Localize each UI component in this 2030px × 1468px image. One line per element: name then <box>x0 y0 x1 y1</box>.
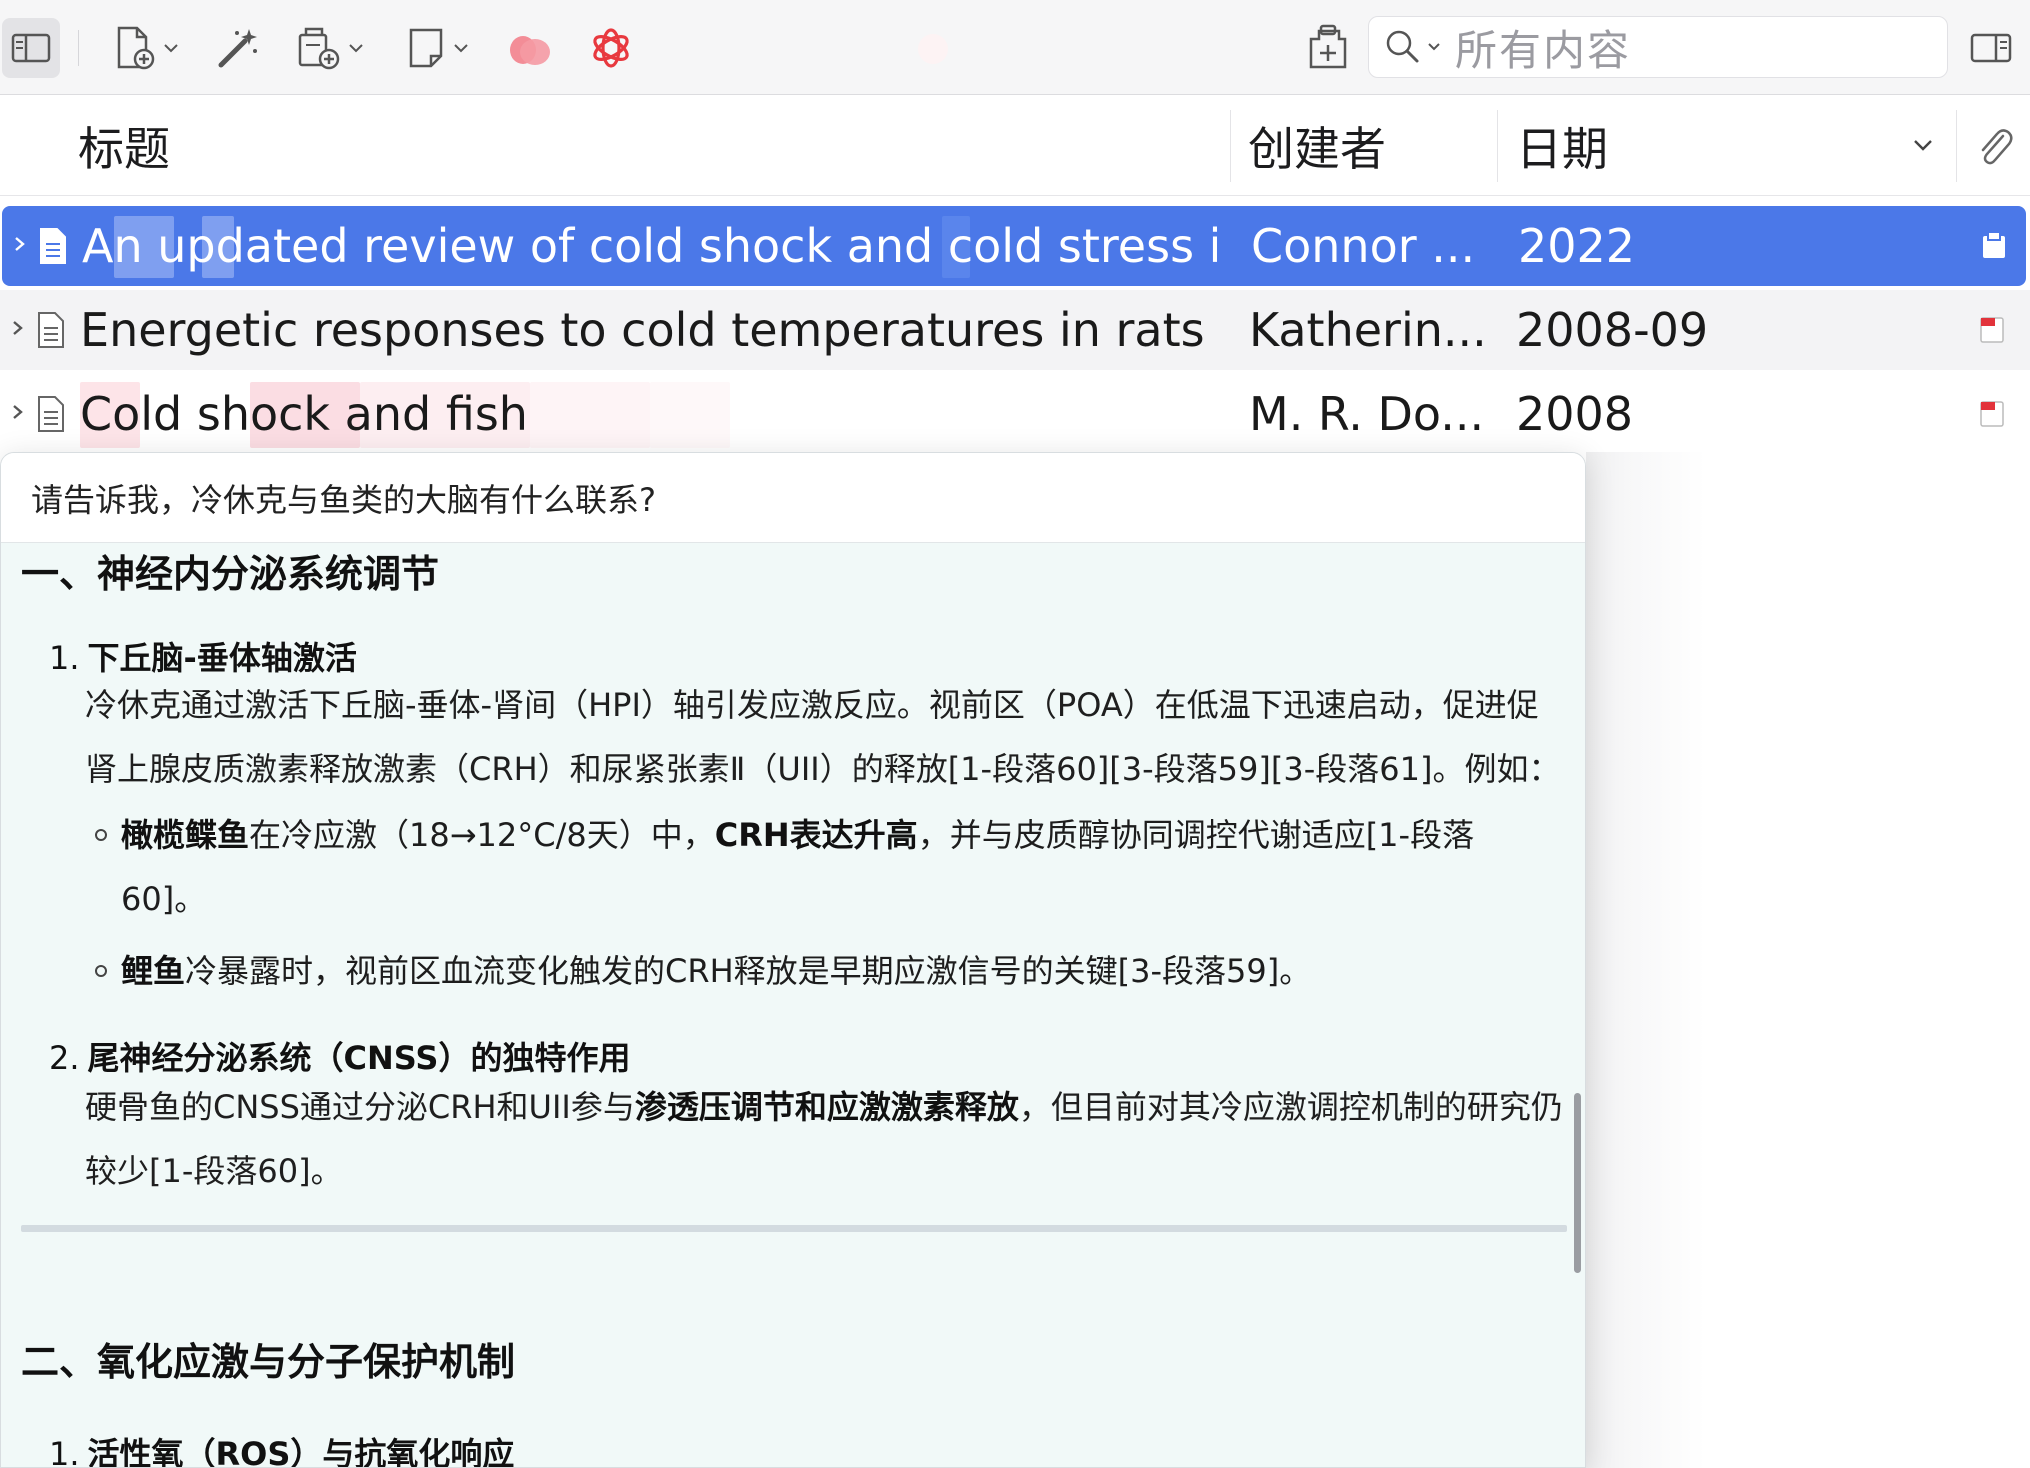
section-heading: 一、神经内分泌系统调节 <box>21 552 440 596</box>
paragraph-line: 较少[1-段落60]。 <box>85 1152 343 1190</box>
column-separator[interactable] <box>1497 110 1498 182</box>
chat-question[interactable]: 请告诉我，冷休克与鱼类的大脑有什么联系? <box>1 453 1585 543</box>
scrollbar-thumb[interactable] <box>1574 1093 1581 1273</box>
text: ，并与皮质醇协同调控代谢适应[1-段落 <box>917 816 1475 854</box>
column-header-creator[interactable]: 创建者 <box>1248 96 1386 196</box>
text: ，但目前对其冷应激调控机制的研究仍 <box>1018 1088 1563 1126</box>
search-mode-chevron-icon[interactable] <box>1427 42 1441 52</box>
pane-toggle-icon <box>1970 33 2012 63</box>
table-row[interactable]: An updated review of cold shock and cold… <box>2 206 2026 286</box>
lotus-plugin-button[interactable] <box>505 18 555 78</box>
sidebar-toggle-icon <box>11 33 51 63</box>
chevron-down-icon <box>454 44 468 53</box>
magic-wand-button[interactable] <box>210 18 266 78</box>
column-header-date[interactable]: 日期 <box>1516 96 1608 196</box>
openai-plugin-button[interactable] <box>586 18 636 78</box>
item-title: Cold shock and fish <box>80 387 528 441</box>
paragraph: 冷休克通过激活下丘脑-垂体-肾间（HPI）轴引发应激反应。视前区（POA）在低温… <box>85 673 1565 801</box>
list-item-heading: 1. 活性氧（ROS）与抗氧化响应 <box>49 1429 515 1468</box>
item-creator: Connor ... <box>1251 219 1476 273</box>
chevron-down-icon <box>349 44 363 53</box>
item-pane-toggle-button[interactable] <box>1964 18 2018 78</box>
item-creator: M. R. Do... <box>1249 387 1485 441</box>
column-header-row: 标题 创建者 日期 <box>0 96 2030 196</box>
bold-text: 橄榄鲽鱼 <box>121 816 250 854</box>
new-item-icon <box>117 26 155 70</box>
bullet-icon <box>95 965 107 977</box>
list-number: 1. <box>49 1435 80 1468</box>
column-header-title[interactable]: 标题 <box>78 96 170 196</box>
bold-text: 渗透压调节和应激激素释放 <box>634 1088 1019 1126</box>
openai-icon <box>593 28 629 68</box>
locate-icon <box>1309 24 1347 69</box>
sidebar-toggle-button[interactable] <box>2 18 60 78</box>
column-separator[interactable] <box>1230 110 1231 182</box>
new-note-button[interactable] <box>402 18 474 78</box>
sort-chevron-down-icon[interactable] <box>1912 138 1934 152</box>
column-separator[interactable] <box>1956 110 1957 182</box>
list-item-title: 尾神经分泌系统（CNSS）的独特作用 <box>87 1039 631 1077</box>
document-icon <box>38 396 64 432</box>
background-area <box>1586 452 2030 1468</box>
main-toolbar: 所有内容 <box>0 0 2030 95</box>
pdf-attachment-icon[interactable] <box>1978 314 2006 346</box>
list-number: 2. <box>49 1039 80 1077</box>
magic-wand-icon <box>218 29 257 68</box>
chevron-down-icon <box>164 44 178 53</box>
text: 硬骨鱼的CNSS通过分泌CRH和UII参与 <box>85 1088 635 1126</box>
list-item-heading: 2. 尾神经分泌系统（CNSS）的独特作用 <box>49 1033 630 1079</box>
text: 60]。 <box>121 880 207 918</box>
list-item-title: 活性氧（ROS）与抗氧化响应 <box>87 1435 515 1468</box>
toolbar-divider <box>78 30 79 66</box>
paperclip-icon[interactable] <box>1973 126 2013 168</box>
paragraph-line: 肾上腺皮质激素释放激素（CRH）和尿紧张素Ⅱ（UII）的释放[1-段落60][3… <box>85 750 1561 788</box>
list-item-title: 下丘脑-垂体轴激活 <box>87 639 357 677</box>
item-creator: Katherin... <box>1249 303 1487 357</box>
chevron-right-icon[interactable] <box>10 398 26 426</box>
attachment-icon[interactable] <box>1980 230 2008 262</box>
bullet-icon <box>95 829 107 841</box>
chevron-right-icon[interactable] <box>10 314 26 342</box>
divider <box>21 1225 1567 1232</box>
paragraph-line: 冷休克通过激活下丘脑-垂体-肾间（HPI）轴引发应激反应。视前区（POA）在低温… <box>85 686 1539 724</box>
new-item-button[interactable] <box>110 18 182 78</box>
locate-button[interactable] <box>1302 18 1354 78</box>
search-icon <box>1386 30 1419 63</box>
table-row[interactable]: Cold shock and fish M. R. Do... 2008 <box>0 374 2030 454</box>
search-input[interactable]: 所有内容 <box>1368 16 1948 78</box>
item-date: 2008 <box>1516 387 1634 441</box>
item-date: 2022 <box>1518 219 1636 273</box>
bold-text: 鲤鱼 <box>121 952 186 990</box>
text: 在冷应激（18→12°C/8天）中， <box>249 816 715 854</box>
list-item: 鲤鱼冷暴露时，视前区血流变化触发的CRH释放是早期应激信号的关键[3-段落59]… <box>95 939 1501 1003</box>
search-placeholder: 所有内容 <box>1455 25 1632 75</box>
item-title: Energetic responses to cold temperatures… <box>80 303 1215 357</box>
faint-decoration <box>918 34 948 64</box>
list-item: 橄榄鲽鱼在冷应激（18→12°C/8天）中，CRH表达升高，并与皮质醇协同调控代… <box>95 803 1501 931</box>
document-icon <box>38 312 64 348</box>
list-number: 1. <box>49 639 80 677</box>
table-row[interactable]: Energetic responses to cold temperatures… <box>0 290 2030 370</box>
text: 冷暴露时，视前区血流变化触发的CRH释放是早期应激信号的关键[3-段落59]。 <box>185 952 1312 990</box>
section-heading: 二、氧化应激与分子保护机制 <box>21 1340 516 1384</box>
new-note-icon <box>409 28 443 68</box>
item-title: An updated review of cold shock and cold… <box>82 219 1217 273</box>
add-attachment-button[interactable] <box>290 18 370 78</box>
add-attachment-icon <box>298 27 340 70</box>
item-date: 2008-09 <box>1516 303 1709 357</box>
chevron-right-icon[interactable] <box>12 230 28 258</box>
pdf-attachment-icon[interactable] <box>1978 398 2006 430</box>
lotus-plugin-icon <box>510 36 550 65</box>
chat-answer: 一、神经内分泌系统调节 1. 下丘脑-垂体轴激活 冷休克通过激活下丘脑-垂体-肾间… <box>1 543 1585 1468</box>
paragraph: 硬骨鱼的CNSS通过分泌CRH和UII参与渗透压调节和应激激素释放，但目前对其冷… <box>85 1075 1565 1203</box>
bold-text: CRH表达升高 <box>714 816 918 854</box>
document-icon <box>40 228 66 264</box>
ai-chat-panel: 请告诉我，冷休克与鱼类的大脑有什么联系? 一、神经内分泌系统调节 1. 下丘脑-垂… <box>0 452 1586 1468</box>
